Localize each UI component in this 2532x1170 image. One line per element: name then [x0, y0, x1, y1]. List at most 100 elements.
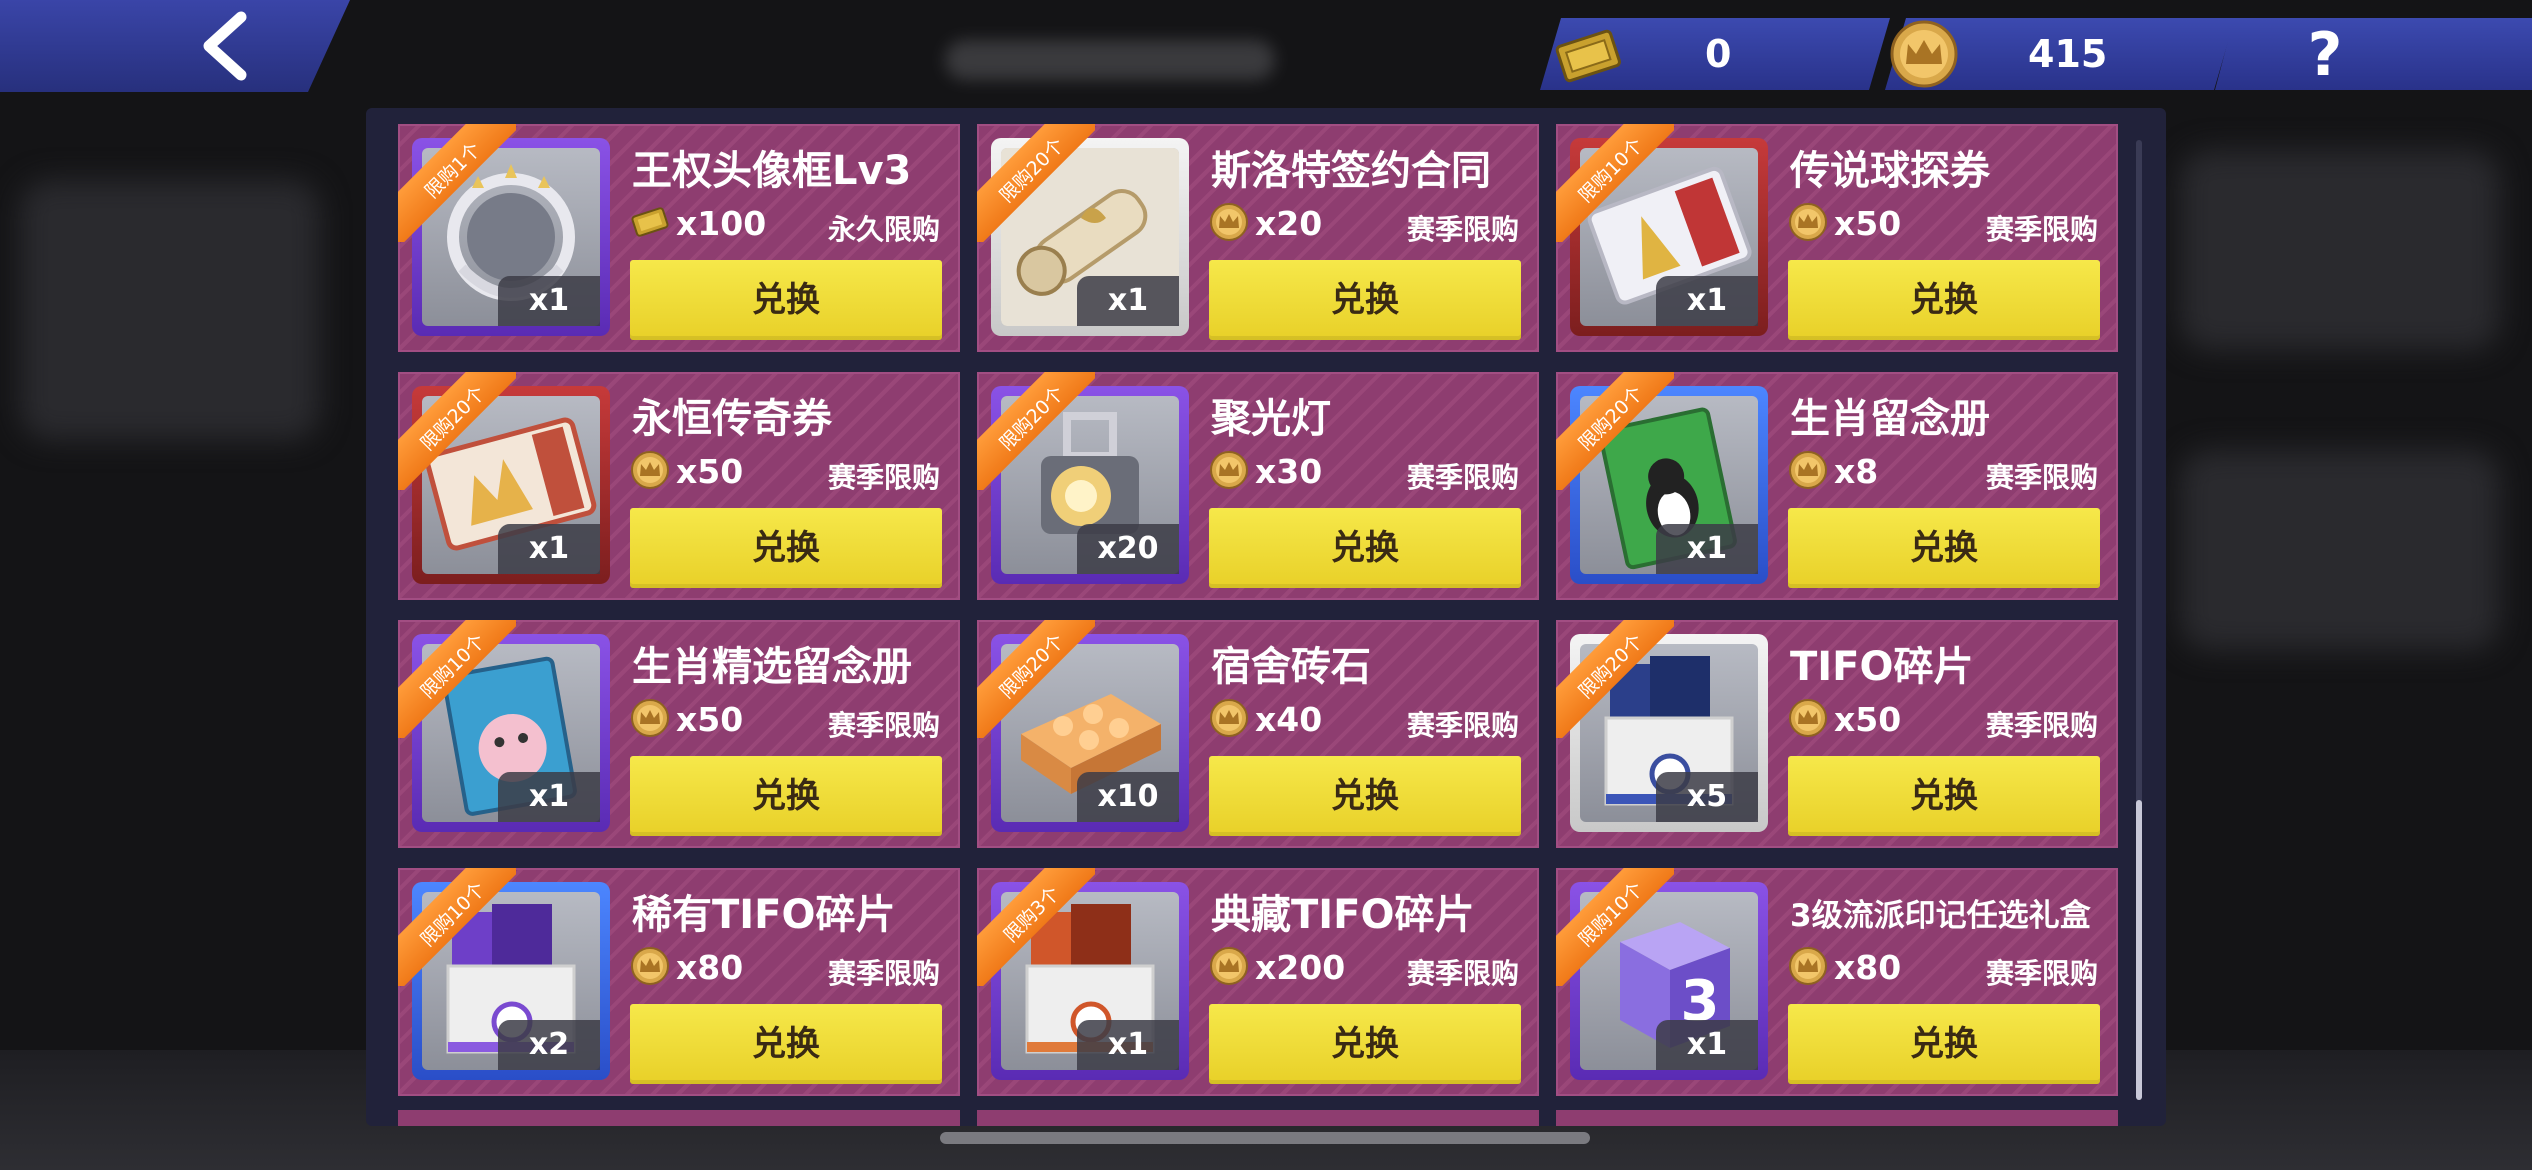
price-row: x80 赛季限购 — [1788, 944, 2098, 990]
item-price: x30 — [1255, 452, 1323, 491]
limit-type: 赛季限购 — [1985, 957, 2098, 990]
item-price: x80 — [1834, 948, 1902, 987]
shop-item-card[interactable]: x1 限购1个 王权头像框Lv3 x100 永久限购 兑换 — [398, 124, 960, 352]
purchase-limit-label: 限购20个 — [416, 382, 490, 456]
item-price: x50 — [1834, 204, 1902, 243]
redeem-button[interactable]: 兑换 — [1209, 508, 1521, 588]
redeem-button[interactable]: 兑换 — [630, 756, 942, 836]
item-name: 典藏TIFO碎片 — [1211, 892, 1475, 938]
shop-item-card[interactable]: x1 限购20个 生肖留念册 x8 赛季限购 兑换 — [1556, 372, 2118, 600]
ticket-count: 0 — [1705, 32, 1732, 76]
price-row: x50 赛季限购 — [1788, 696, 2098, 742]
crown-coin-icon — [1210, 203, 1248, 241]
background-blur — [2180, 150, 2500, 350]
purchase-limit-label: 限购20个 — [995, 382, 1069, 456]
item-quantity: x1 — [1656, 276, 1758, 326]
purchase-limit-ribbon: 限购20个 — [398, 372, 516, 490]
shop-item-card[interactable]: x1 限购10个 生肖精选留念册 x50 赛季限购 兑换 — [398, 620, 960, 848]
limit-type: 赛季限购 — [827, 709, 940, 742]
redeem-button[interactable]: 兑换 — [1788, 756, 2100, 836]
purchase-limit-label: 限购10个 — [1574, 878, 1648, 952]
redeem-button[interactable]: 兑换 — [630, 1004, 942, 1084]
limit-type: 赛季限购 — [827, 461, 940, 494]
limit-type: 永久限购 — [827, 213, 940, 246]
next-row-card — [1556, 1110, 2118, 1126]
shop-item-card[interactable]: x5 限购20个 TIFO碎片 x50 赛季限购 兑换 — [1556, 620, 2118, 848]
item-price: x80 — [676, 948, 744, 987]
item-name: 王权头像框Lv3 — [632, 148, 912, 194]
purchase-limit-label: 限购1个 — [420, 138, 486, 203]
price-row: x80 赛季限购 — [630, 944, 940, 990]
purchase-limit-ribbon: 限购20个 — [1556, 620, 1674, 738]
shop-item-card[interactable]: x1 限购20个 永恒传奇券 x50 赛季限购 兑换 — [398, 372, 960, 600]
purchase-limit-label: 限购20个 — [995, 630, 1069, 704]
crown-coin-icon — [1789, 947, 1827, 985]
shop-item-card[interactable]: x10 限购20个 宿舍砖石 x40 赛季限购兑换 — [977, 620, 1539, 848]
item-price: x200 — [1255, 948, 1346, 987]
item-name: 3级流派印记任选礼盒 — [1790, 898, 2091, 934]
crown-coin-icon — [1789, 699, 1827, 737]
crown-coin-icon — [631, 451, 669, 489]
item-quantity: x1 — [498, 524, 600, 574]
purchase-limit-label: 限购10个 — [416, 630, 490, 704]
shop-item-card[interactable]: 3 x1 限购10个 3级流派印记任选礼盒 x80 赛季限购 兑换 — [1556, 868, 2118, 1096]
redeem-button[interactable]: 兑换 — [1209, 756, 1521, 836]
chevron-left-icon — [203, 11, 247, 81]
item-name: 传说球探券 — [1790, 148, 1990, 194]
top-left-band — [0, 0, 350, 92]
redeem-button[interactable]: 兑换 — [1209, 1004, 1521, 1084]
crown-coin-icon — [1789, 451, 1827, 489]
next-row-card — [977, 1110, 1539, 1126]
limit-type: 赛季限购 — [827, 957, 940, 990]
item-name: 斯洛特签约合同 — [1211, 148, 1491, 194]
item-name: 生肖留念册 — [1790, 396, 1990, 442]
redeem-button[interactable]: 兑换 — [1788, 260, 2100, 340]
purchase-limit-ribbon: 限购10个 — [398, 868, 516, 986]
purchase-limit-ribbon: 限购10个 — [1556, 868, 1674, 986]
home-indicator — [940, 1132, 1590, 1144]
crown-coin-icon — [1210, 947, 1248, 985]
item-quantity: x20 — [1077, 524, 1179, 574]
back-button[interactable] — [180, 6, 270, 86]
ticket-icon — [1555, 29, 1621, 83]
purchase-limit-ribbon: 限购10个 — [1556, 124, 1674, 242]
item-price: x8 — [1834, 452, 1879, 491]
purchase-limit-label: 限购20个 — [1574, 382, 1648, 456]
item-price: x20 — [1255, 204, 1323, 243]
limit-type: 赛季限购 — [1985, 461, 2098, 494]
redeem-button[interactable]: 兑换 — [1209, 260, 1521, 340]
redeem-button[interactable]: 兑换 — [630, 508, 942, 588]
shop-item-card[interactable]: x1 限购3个 典藏TIFO碎片 x200 赛季限购 兑换 — [977, 868, 1539, 1096]
shop-item-card[interactable]: x2 限购10个 稀有TIFO碎片 x80 赛季限购 兑换 — [398, 868, 960, 1096]
help-bar — [2215, 18, 2532, 90]
item-quantity: x10 — [1077, 772, 1179, 822]
purchase-limit-ribbon: 限购10个 — [398, 620, 516, 738]
redeem-button[interactable]: 兑换 — [1788, 1004, 2100, 1084]
price-row: x200 赛季限购 — [1209, 944, 1519, 990]
item-quantity: x1 — [1077, 1020, 1179, 1070]
vertical-scrollbar-thumb[interactable] — [2136, 800, 2142, 1100]
purchase-limit-label: 限购10个 — [416, 878, 490, 952]
item-name: 聚光灯 — [1211, 396, 1331, 442]
shop-item-card[interactable]: x1 限购20个 斯洛特签约合同 x20 赛季限购 兑换 — [977, 124, 1539, 352]
item-name: 宿舍砖石 — [1211, 644, 1371, 690]
shop-item-card[interactable]: x20 限购20个 聚光灯 x30 赛季限购兑换 — [977, 372, 1539, 600]
price-row: x40 赛季限购 — [1209, 696, 1519, 742]
limit-type: 赛季限购 — [1985, 213, 2098, 246]
coin-count: 415 — [2028, 32, 2108, 76]
crown-coin-icon — [1789, 203, 1827, 241]
redeem-button[interactable]: 兑换 — [630, 260, 942, 340]
crown-coin-icon — [631, 947, 669, 985]
background-blur — [20, 180, 320, 440]
item-name: 永恒传奇券 — [632, 396, 832, 442]
purchase-limit-label: 限购20个 — [1574, 630, 1648, 704]
item-price: x50 — [1834, 700, 1902, 739]
limit-type: 赛季限购 — [1406, 461, 1519, 494]
background-blur — [2180, 450, 2500, 650]
crown-coin-icon — [631, 699, 669, 737]
price-row: x100 永久限购 — [630, 200, 940, 246]
redeem-button[interactable]: 兑换 — [1788, 508, 2100, 588]
help-button[interactable]: ? — [2290, 20, 2360, 90]
shop-item-card[interactable]: x1 限购10个 传说球探券 x50 赛季限购兑换 — [1556, 124, 2118, 352]
price-row: x50 赛季限购 — [1788, 200, 2098, 246]
